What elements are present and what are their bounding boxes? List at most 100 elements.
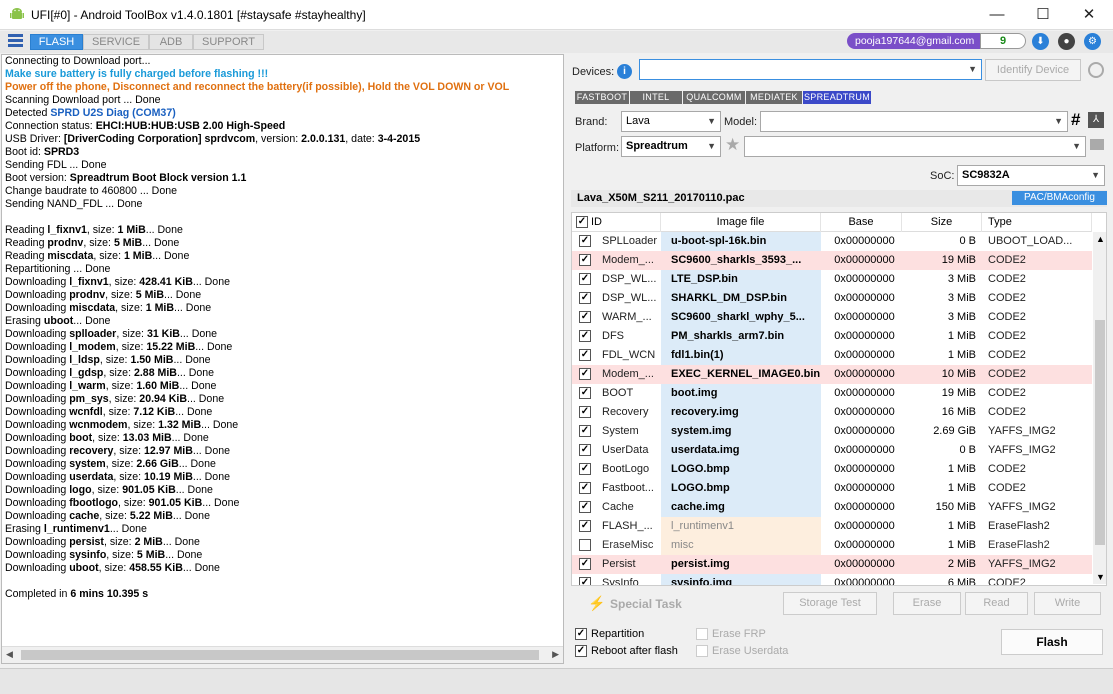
row-checkbox[interactable]: ✓ [579,254,591,266]
row-checkbox[interactable]: ✓ [579,292,591,304]
brand-select[interactable]: Lava ▼ [621,111,721,132]
special-task-label[interactable]: Special Task [610,597,682,611]
erase-userdata-option[interactable]: Erase Userdata [696,645,788,658]
storage-test-button[interactable]: Storage Test [783,592,877,615]
tab-service[interactable]: SERVICE [83,34,149,50]
power-icon[interactable] [1088,62,1104,78]
info-icon[interactable]: i [617,64,632,79]
row-checkbox[interactable]: ✓ [579,463,591,475]
partition-row[interactable]: ✓ UserData userdata.img 0x00000000 0 B YAFFS_… [572,441,1092,460]
menu-icon[interactable] [8,34,23,49]
power-tool-icon[interactable]: ● [1058,33,1075,50]
partition-row[interactable]: ✓ Cache cache.img 0x00000000 150 MiB YAFFS_IM… [572,498,1092,517]
row-checkbox[interactable]: ✓ [579,520,591,532]
partition-row[interactable]: ✓ FLASH_... l_runtimenv1 0x00000000 1 MiB Era… [572,517,1092,536]
write-button[interactable]: Write [1034,592,1101,615]
reboot-checkbox[interactable]: ✓ [575,645,587,658]
settings-gear-icon[interactable]: ⚙ [1084,33,1101,50]
maximize-button[interactable]: ☐ [1020,0,1066,30]
partition-row[interactable]: ✓ Modem_... SC9600_sharkls_3593_... 0x00000… [572,251,1092,270]
erase-userdata-checkbox[interactable] [696,645,708,658]
partition-row[interactable]: EraseMisc misc 0x00000000 1 MiB EraseFlash2 [572,536,1092,555]
partition-row[interactable]: ✓ SysInfo sysinfo.img 0x00000000 6 MiB CODE2 [572,574,1092,585]
tab-support[interactable]: SUPPORT [193,34,264,50]
log-text: , size: [105,289,136,301]
erase-button[interactable]: Erase [893,592,961,615]
row-checkbox[interactable]: ✓ [579,501,591,513]
row-checkbox[interactable] [579,539,591,551]
folder-icon[interactable] [1090,139,1104,150]
scroll-up-icon[interactable]: ▲ [1096,234,1105,244]
log-text: Downloading [5,445,70,457]
col-image-file[interactable]: Image file [661,213,821,232]
grid-vertical-scrollbar[interactable]: ▲ ▼ [1093,232,1106,584]
download-icon[interactable]: ⬇ [1032,33,1049,50]
pac-config-button[interactable]: PAC/BMAconfig [1012,191,1107,205]
model-select[interactable]: ▼ [760,111,1068,132]
favorites-select[interactable]: ▼ [744,136,1086,157]
row-checkbox[interactable]: ✓ [579,577,591,585]
account-email[interactable]: pooja197644@gmail.com [847,33,980,49]
erase-frp-checkbox[interactable] [696,628,708,641]
star-icon[interactable]: ★ [725,135,740,155]
partition-row[interactable]: ✓ Recovery recovery.img 0x00000000 16 MiB COD… [572,403,1092,422]
devices-select[interactable]: ▼ [639,59,982,80]
col-size[interactable]: Size [902,213,982,232]
repartition-checkbox[interactable]: ✓ [575,628,587,641]
partition-row[interactable]: ✓ System system.img 0x00000000 2.69 GiB YAFFS… [572,422,1092,441]
minimize-button[interactable]: — [974,0,1020,30]
row-checkbox[interactable]: ✓ [579,558,591,570]
platform-select[interactable]: Spreadtrum ▼ [621,136,721,157]
row-checkbox[interactable]: ✓ [579,273,591,285]
partition-row[interactable]: ✓ DSP_WL... LTE_DSP.bin 0x00000000 3 MiB CODE… [572,270,1092,289]
partition-row[interactable]: ✓ BOOT boot.img 0x00000000 19 MiB CODE2 [572,384,1092,403]
row-checkbox[interactable]: ✓ [579,482,591,494]
row-checkbox[interactable]: ✓ [579,425,591,437]
pdf-icon[interactable]: ⅄ [1088,112,1104,128]
log-horizontal-scrollbar[interactable]: ◀ ▶ [2,646,563,663]
erase-frp-option[interactable]: Erase FRP [696,628,766,641]
tab-fastboot[interactable]: FASTBOOT [575,91,629,104]
scroll-down-icon[interactable]: ▼ [1096,572,1105,582]
row-checkbox[interactable]: ✓ [579,311,591,323]
flash-button[interactable]: Flash [1001,629,1103,655]
close-button[interactable]: ✕ [1066,0,1112,30]
hash-icon[interactable]: # [1071,110,1080,130]
row-checkbox[interactable]: ✓ [579,330,591,342]
partition-row[interactable]: ✓ SPLLoader u-boot-spl-16k.bin 0x00000000 0 … [572,232,1092,251]
row-checkbox[interactable]: ✓ [579,368,591,380]
tab-mediatek[interactable]: MEDIATEK [746,91,802,104]
row-checkbox[interactable]: ✓ [579,406,591,418]
row-checkbox[interactable]: ✓ [579,349,591,361]
identify-device-button[interactable]: Identify Device [985,59,1081,81]
cell-base: 0x00000000 [834,406,895,418]
scroll-right-icon[interactable]: ▶ [552,649,559,660]
col-id[interactable]: ✓ ID [572,213,661,232]
row-checkbox[interactable]: ✓ [579,235,591,247]
partition-row[interactable]: ✓ FDL_WCN fdl1.bin(1) 0x00000000 1 MiB CODE2 [572,346,1092,365]
tab-qualcomm[interactable]: QUALCOMM [683,91,745,104]
select-all-checkbox[interactable]: ✓ [576,216,588,229]
tab-spreadtrum[interactable]: SPREADTRUM [803,91,871,104]
partition-row[interactable]: ✓ DFS PM_sharkls_arm7.bin 0x00000000 1 MiB CO… [572,327,1092,346]
scroll-left-icon[interactable]: ◀ [6,649,13,660]
col-type[interactable]: Type [982,213,1092,232]
partition-row[interactable]: ✓ WARM_... SC9600_sharkl_wphy_5... 0x000000… [572,308,1092,327]
partition-row[interactable]: ✓ Persist persist.img 0x00000000 2 MiB YAFFS_… [572,555,1092,574]
tab-flash[interactable]: FLASH [30,34,83,50]
reboot-option[interactable]: ✓ Reboot after flash [575,645,678,658]
tab-adb[interactable]: ADB [149,34,193,50]
read-button[interactable]: Read [965,592,1028,615]
special-task-icon[interactable]: ⚡ [588,595,605,612]
row-checkbox[interactable]: ✓ [579,444,591,456]
tab-intel[interactable]: INTEL [630,91,682,104]
log-text: prodnv [47,237,84,249]
row-checkbox[interactable]: ✓ [579,387,591,399]
partition-row[interactable]: ✓ Modem_... EXEC_KERNEL_IMAGE0.bin 0x000000… [572,365,1092,384]
partition-row[interactable]: ✓ Fastboot... LOGO.bmp 0x00000000 1 MiB CODE2 [572,479,1092,498]
col-base[interactable]: Base [821,213,902,232]
partition-row[interactable]: ✓ DSP_WL... SHARKL_DM_DSP.bin 0x00000000 3 M… [572,289,1092,308]
soc-select[interactable]: SC9832A ▼ [957,165,1105,186]
repartition-option[interactable]: ✓ Repartition [575,628,644,641]
partition-row[interactable]: ✓ BootLogo LOGO.bmp 0x00000000 1 MiB CODE2 [572,460,1092,479]
